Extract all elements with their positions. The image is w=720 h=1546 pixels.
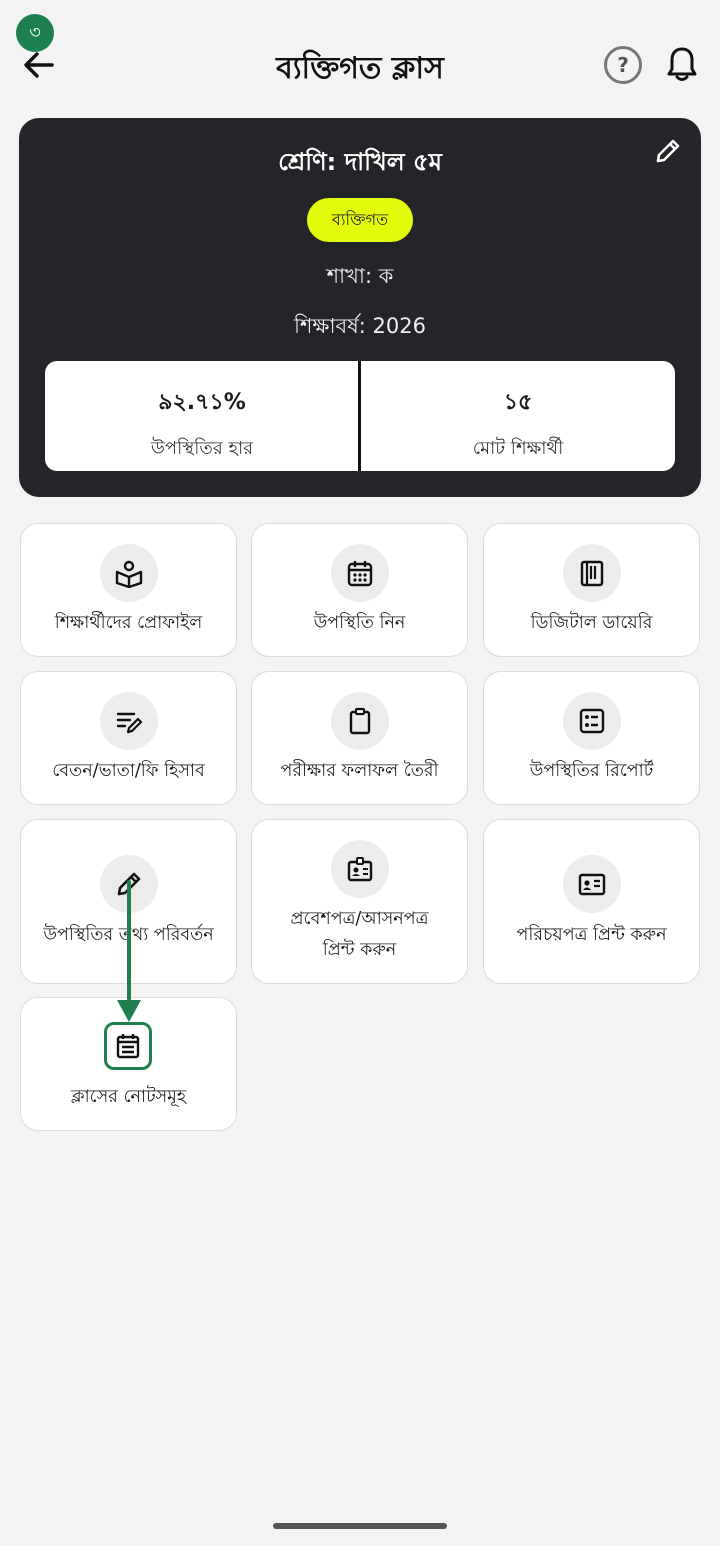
tile-label: ডিজিটাল ডায়েরি bbox=[530, 613, 653, 633]
attendance-rate-stat: ৯২.৭১% উপস্থিতির হার bbox=[45, 361, 359, 471]
tile-take-attendance[interactable]: উপস্থিতি নিন bbox=[251, 523, 468, 657]
book-icon bbox=[562, 544, 621, 602]
app-header: ৩ ব্যক্তিগত ক্লাস ? bbox=[0, 0, 720, 118]
total-students-label: মোট শিক্ষার্থী bbox=[472, 438, 564, 459]
home-indicator[interactable] bbox=[273, 1523, 447, 1529]
clipboard-icon bbox=[330, 692, 389, 750]
tile-attendance-report[interactable]: উপস্থিতির রিপোর্ট bbox=[483, 671, 700, 805]
total-students-value: ১৫ bbox=[503, 390, 533, 415]
id-badge-icon bbox=[330, 840, 389, 898]
list-report-icon bbox=[562, 692, 621, 750]
notes-calendar-icon[interactable] bbox=[104, 1022, 152, 1070]
tile-student-profile[interactable]: শিক্ষার্থীদের প্রোফাইল bbox=[20, 523, 237, 657]
guide-arrow bbox=[117, 880, 141, 1022]
tile-label: শিক্ষার্থীদের প্রোফাইল bbox=[54, 613, 203, 633]
bell-icon bbox=[667, 47, 697, 81]
tile-label: পরীক্ষার ফলাফল তৈরী bbox=[280, 761, 439, 781]
class-name: শ্রেণি: দাখিল ৫ম bbox=[278, 148, 442, 176]
tile-digital-diary[interactable]: ডিজিটাল ডায়েরি bbox=[483, 523, 700, 657]
tile-fee-accounts[interactable]: বেতন/ভাতা/ফি হিসাব bbox=[20, 671, 237, 805]
section-text: শাখা: ক bbox=[326, 264, 394, 288]
tile-label: প্রবেশপত্র/আসনপত্র প্রিন্ট করুন bbox=[290, 909, 429, 960]
tile-label: পরিচয়পত্র প্রিন্ট করুন bbox=[516, 925, 667, 945]
attendance-rate-value: ৯২.৭১% bbox=[158, 390, 246, 415]
tile-admit-card-print[interactable]: প্রবেশপত্র/আসনপত্র প্রিন্ট করুন bbox=[251, 819, 468, 984]
help-button[interactable]: ? bbox=[604, 46, 642, 84]
attendance-rate-label: উপস্থিতির হার bbox=[150, 438, 254, 459]
tile-id-card-print[interactable]: পরিচয়পত্র প্রিন্ট করুন bbox=[483, 819, 700, 984]
academic-year-text: শিক্ষাবর্ষ: 2026 bbox=[294, 314, 426, 338]
notification-button[interactable] bbox=[664, 44, 700, 84]
edit-lines-icon bbox=[99, 692, 158, 750]
class-type-badge: ব্যক্তিগত bbox=[307, 198, 413, 242]
calendar-grid-icon bbox=[330, 544, 389, 602]
tile-label: বেতন/ভাতা/ফি হিসাব bbox=[52, 761, 205, 781]
id-card-icon bbox=[562, 855, 621, 913]
tile-label: উপস্থিতির রিপোর্ট bbox=[529, 761, 654, 781]
class-info-card: শ্রেণি: দাখিল ৫ম ব্যক্তিগত শাখা: ক শিক্ষ… bbox=[19, 118, 701, 497]
tile-exam-results[interactable]: পরীক্ষার ফলাফল তৈরী bbox=[251, 671, 468, 805]
tile-label: ক্লাসের নোটসমূহ bbox=[70, 1087, 187, 1107]
question-icon: ? bbox=[617, 53, 629, 77]
book-user-icon bbox=[99, 544, 158, 602]
tile-label: উপস্থিতি নিন bbox=[313, 613, 406, 633]
stats-box: ৯২.৭১% উপস্থিতির হার ১৫ মোট শিক্ষার্থী bbox=[45, 361, 675, 471]
total-students-stat: ১৫ মোট শিক্ষার্থী bbox=[361, 361, 675, 471]
